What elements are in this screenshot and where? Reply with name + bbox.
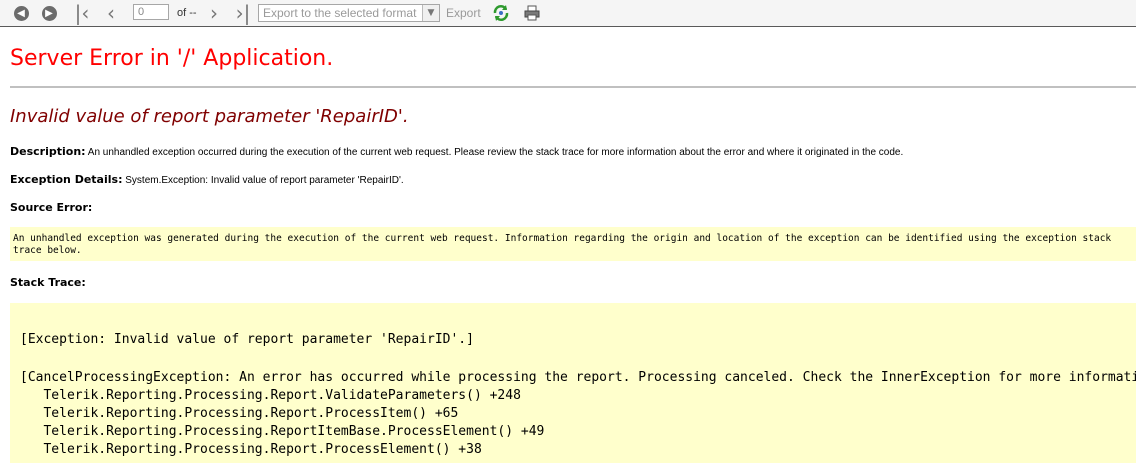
last-page-icon: ›|: [235, 1, 251, 25]
stack-trace-line: Telerik.Reporting.Processing.ReportItemB…: [20, 424, 545, 439]
source-error-heading: Source Error:: [10, 201, 92, 214]
forward-button[interactable]: ▶: [40, 3, 58, 23]
export-format-select[interactable]: Export to the selected format ▼: [258, 4, 440, 22]
next-page-icon: ›: [210, 1, 218, 25]
report-viewer-toolbar: ◀ ▶ |‹ ‹ of -- › ›| Export to the select…: [0, 0, 1136, 27]
exception-details-label: Exception Details:: [10, 173, 123, 186]
stack-trace-line: Telerik.Reporting.Processing.Report.Proc…: [20, 442, 482, 457]
refresh-icon: [493, 5, 509, 21]
previous-page-icon: ‹: [107, 1, 115, 25]
next-page-button[interactable]: ›: [205, 3, 223, 23]
description-line: Description: An unhandled exception occu…: [10, 145, 903, 158]
current-page-input[interactable]: [133, 4, 169, 20]
stack-trace-line: [CancelProcessingException: An error has…: [20, 370, 1136, 385]
stack-trace-box: [Exception: Invalid value of report para…: [10, 303, 1136, 463]
exception-details-line: Exception Details: System.Exception: Inv…: [10, 173, 404, 186]
stack-trace-line: [Exception: Invalid value of report para…: [20, 332, 474, 347]
stack-trace-line: Telerik.Reporting.Processing.Report.Proc…: [20, 406, 459, 421]
source-error-line: An unhandled exception was generated dur…: [13, 233, 1112, 244]
back-arrow-icon: ◀: [13, 5, 29, 21]
exception-details-text: System.Exception: Invalid value of repor…: [125, 175, 404, 186]
page-count-label: of --: [177, 7, 197, 19]
first-page-button[interactable]: |‹: [72, 3, 92, 23]
source-error-label: Source Error:: [10, 201, 93, 214]
export-format-placeholder: Export to the selected format: [263, 6, 417, 20]
stack-trace-heading: Stack Trace:: [10, 276, 86, 289]
back-button[interactable]: ◀: [12, 3, 30, 23]
stack-trace-label: Stack Trace:: [10, 276, 86, 289]
stack-trace-line: Telerik.Reporting.Processing.Report.Vali…: [20, 388, 521, 403]
page-title: Server Error in '/' Application.: [10, 46, 334, 71]
description-text: An unhandled exception occurred during t…: [87, 147, 904, 158]
previous-page-button[interactable]: ‹: [102, 3, 120, 23]
print-button[interactable]: [522, 3, 542, 23]
error-message: Invalid value of report parameter 'Repai…: [10, 106, 409, 127]
chevron-down-icon[interactable]: ▼: [422, 5, 439, 21]
forward-arrow-icon: ▶: [41, 5, 57, 21]
source-error-box: An unhandled exception was generated dur…: [10, 227, 1136, 261]
divider: [10, 86, 1136, 88]
source-error-line: trace below.: [13, 245, 82, 256]
export-button[interactable]: Export: [446, 6, 481, 20]
first-page-icon: |‹: [74, 1, 90, 25]
printer-icon: [524, 5, 540, 21]
refresh-button[interactable]: [490, 3, 512, 23]
last-page-button[interactable]: ›|: [233, 3, 253, 23]
description-label: Description:: [10, 145, 86, 158]
